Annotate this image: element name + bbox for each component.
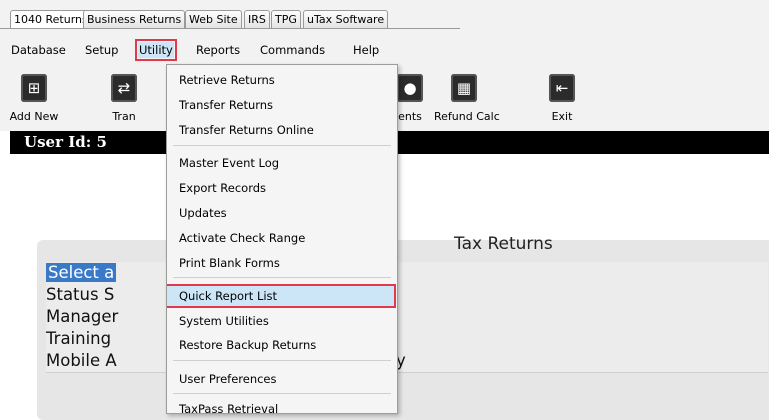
top-tab-strip: 1040 Returns Business Returns Web Site I… bbox=[0, 0, 769, 34]
menu-reports[interactable]: Reports bbox=[195, 42, 241, 58]
refund-calc-label: Refund Calc bbox=[434, 110, 500, 123]
exit-icon: ⇤ bbox=[549, 74, 575, 102]
tab-1040-returns[interactable]: 1040 Returns bbox=[10, 10, 92, 28]
add-new-icon: ⊞ bbox=[21, 74, 47, 102]
transfer-button[interactable]: ⇄ Tran bbox=[94, 74, 154, 123]
main-menu-item-label: Manager bbox=[46, 307, 119, 326]
menu-item-system-utilities[interactable]: System Utilities bbox=[167, 310, 397, 332]
tab-business-returns[interactable]: Business Returns bbox=[83, 10, 186, 28]
clients-icon: ● bbox=[397, 74, 423, 102]
add-new-label: Add New bbox=[9, 110, 59, 123]
menu-item-quick-report-list[interactable]: Quick Report List bbox=[167, 284, 396, 308]
menu-item-transfer-returns-online[interactable]: Transfer Returns Online bbox=[167, 119, 397, 141]
add-new-button[interactable]: ⊞ Add New bbox=[4, 74, 64, 123]
menu-setup[interactable]: Setup bbox=[84, 42, 119, 58]
tab-divider bbox=[0, 28, 460, 29]
exit-label: Exit bbox=[551, 110, 573, 123]
menu-help[interactable]: Help bbox=[352, 42, 380, 58]
main-menu-item-mobile[interactable]: Mobile Ay bbox=[46, 350, 768, 373]
menu-utility[interactable]: Utility bbox=[135, 39, 177, 61]
menu-separator bbox=[173, 145, 391, 146]
menu-item-activate-check-range[interactable]: Activate Check Range bbox=[167, 227, 397, 249]
menu-item-updates[interactable]: Updates bbox=[167, 202, 397, 224]
panel-title: Tax Returns bbox=[454, 234, 553, 254]
menu-separator bbox=[173, 393, 391, 394]
calculator-icon: ▦ bbox=[451, 74, 477, 102]
tab-utax-software[interactable]: uTax Software bbox=[303, 10, 389, 28]
menu-item-retrieve-returns[interactable]: Retrieve Returns bbox=[167, 69, 397, 91]
main-menu-item-label: Status S bbox=[46, 285, 115, 304]
main-menu-item-select[interactable]: Select a bbox=[46, 262, 768, 285]
menu-commands[interactable]: Commands bbox=[259, 42, 326, 58]
menu-item-user-preferences[interactable]: User Preferences bbox=[167, 368, 397, 390]
main-menu-item-label: Training bbox=[46, 329, 112, 348]
main-menu-item-training[interactable]: Training bbox=[46, 328, 768, 351]
main-menu-item-label: Select a bbox=[46, 263, 117, 282]
tab-tpg[interactable]: TPG bbox=[271, 10, 301, 28]
exit-button[interactable]: ⇤ Exit bbox=[532, 74, 592, 123]
menu-separator bbox=[173, 277, 391, 278]
menu-separator bbox=[173, 360, 391, 361]
user-id-text: User Id: 5 bbox=[24, 133, 107, 151]
main-menu-item-status[interactable]: Status S bbox=[46, 284, 768, 307]
menu-bar: Database Setup Utility Reports Commands … bbox=[0, 34, 769, 64]
menu-item-restore-backup-returns[interactable]: Restore Backup Returns bbox=[167, 334, 397, 356]
menu-item-print-blank-forms[interactable]: Print Blank Forms bbox=[167, 252, 397, 274]
menu-item-export-records[interactable]: Export Records bbox=[167, 177, 397, 199]
menu-item-transfer-returns[interactable]: Transfer Returns bbox=[167, 94, 397, 116]
menu-database[interactable]: Database bbox=[10, 42, 67, 58]
refund-calc-button[interactable]: ▦ Refund Calc bbox=[434, 74, 500, 123]
tab-irs[interactable]: IRS bbox=[244, 10, 270, 28]
transfer-icon: ⇄ bbox=[111, 74, 137, 102]
main-menu-item-manager[interactable]: Manager bbox=[46, 306, 768, 329]
menu-item-master-event-log[interactable]: Master Event Log bbox=[167, 152, 397, 174]
utility-dropdown-menu: Retrieve Returns Transfer Returns Transf… bbox=[166, 64, 398, 414]
transfer-label: Tran bbox=[112, 110, 136, 123]
tab-web-site[interactable]: Web Site bbox=[185, 10, 242, 28]
main-menu-item-label: Mobile A bbox=[46, 351, 117, 370]
